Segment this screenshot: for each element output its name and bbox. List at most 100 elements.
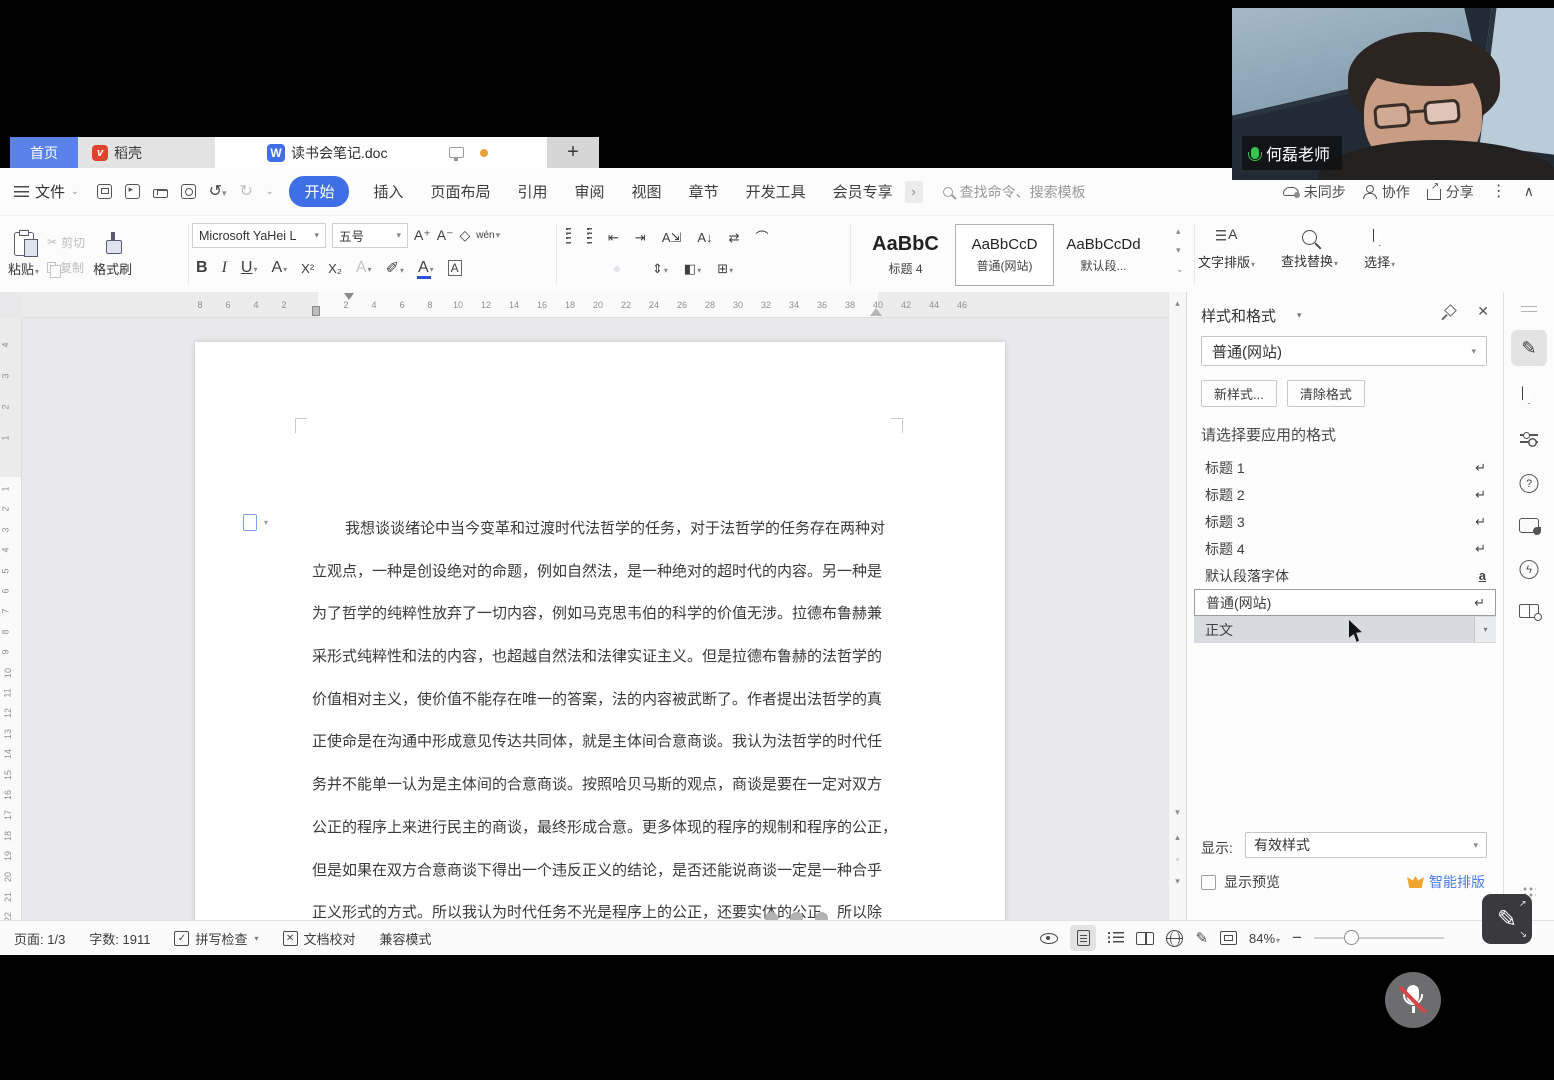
style-dropdown-icon[interactable]: ▾ xyxy=(1474,617,1496,642)
right-indent-marker[interactable] xyxy=(870,308,882,316)
justify-button[interactable] xyxy=(614,266,620,272)
word-count[interactable]: 字数: 1911 xyxy=(89,929,150,948)
new-tab-button[interactable]: + xyxy=(547,137,599,168)
share-button[interactable]: 分享 xyxy=(1427,182,1474,202)
eye-protect-icon[interactable] xyxy=(1040,933,1058,944)
more-menu-icon[interactable]: ⋮ xyxy=(1491,184,1507,200)
paragraph-layout-icon[interactable] xyxy=(243,514,257,531)
decrease-indent-button[interactable]: ⇤ xyxy=(608,231,619,244)
undo-icon[interactable]: ↺▾ xyxy=(209,184,227,200)
menu-tab[interactable]: 引用 xyxy=(518,181,548,202)
ink-mode-icon[interactable]: ✎ xyxy=(1195,929,1208,947)
redo-icon[interactable]: ↻ xyxy=(240,184,253,200)
borders-button[interactable]: ⊞▾ xyxy=(717,262,733,275)
font-color-button[interactable]: A▾ xyxy=(418,259,434,277)
pin-icon[interactable] xyxy=(1444,304,1457,317)
decrease-font-button[interactable]: A⁻ xyxy=(437,227,454,244)
menu-tab[interactable]: 章节 xyxy=(689,181,719,202)
superscript-button[interactable]: X² xyxy=(301,261,314,276)
gallery-up-icon[interactable]: ▴ xyxy=(1176,226,1184,237)
left-indent-marker[interactable] xyxy=(312,306,320,316)
vertical-ruler[interactable]: 432112345678910111213141516171819202122 xyxy=(0,318,22,920)
text-effects-button[interactable]: A▾ xyxy=(356,259,372,277)
select-browse-object-icon[interactable]: ▫ xyxy=(1169,854,1186,864)
copy-button[interactable]: 复制 xyxy=(47,259,85,276)
subscript-button[interactable]: X₂ xyxy=(328,261,342,276)
tab-document[interactable]: W 读书会笔记.doc xyxy=(215,137,547,168)
zoom-out-icon[interactable]: − xyxy=(1292,928,1302,948)
zoom-slider[interactable] xyxy=(1314,937,1444,940)
dictionary-icon[interactable] xyxy=(1519,604,1539,618)
scroll-down-icon[interactable]: ▾ xyxy=(1169,807,1186,818)
font-name-combo[interactable]: Microsoft YaHei L▾ xyxy=(192,223,326,248)
close-icon[interactable]: ✕ xyxy=(1477,303,1489,320)
bold-button[interactable]: B xyxy=(196,259,208,277)
style-item[interactable]: 标题 2↵ xyxy=(1194,481,1496,508)
page-indicator[interactable]: 页面: 1/3 xyxy=(14,929,65,948)
italic-button[interactable]: I xyxy=(222,259,227,277)
customize-toolbar-icon[interactable]: ⌄ xyxy=(266,186,274,197)
clear-format-icon[interactable]: ◇ xyxy=(459,227,470,244)
spell-check-toggle[interactable]: ✓ 拼写检查 ▾ xyxy=(174,929,258,948)
smart-layout-button[interactable]: 智能排版 xyxy=(1407,872,1485,892)
zoom-slider-knob[interactable] xyxy=(1344,930,1359,945)
vertical-scrollbar[interactable]: ▴ ▾ ▴ ▫ ▾ xyxy=(1168,292,1186,920)
first-line-indent-marker[interactable] xyxy=(344,293,354,300)
style-gallery-item[interactable]: AaBbCcDd默认段... xyxy=(1054,224,1153,286)
document-canvas[interactable]: 我想谈谈绪论中当今变革和过渡时代法哲学的任务，对于法哲学的任务存在两种对立观点，… xyxy=(22,318,1150,920)
menu-tab[interactable]: 开发工具 xyxy=(746,181,806,202)
collapse-ribbon-icon[interactable]: ∧ xyxy=(1524,183,1534,200)
menu-tab[interactable]: 会员专享 xyxy=(833,181,893,202)
underline-button[interactable]: U▾ xyxy=(241,259,258,277)
styles-tool-button[interactable]: ✎ xyxy=(1511,330,1547,366)
microphone-muted-button[interactable] xyxy=(1385,972,1441,1028)
font-size-combo[interactable]: 五号▾ xyxy=(332,223,408,248)
menu-tab-active[interactable]: 开始 xyxy=(289,176,349,207)
save-icon[interactable] xyxy=(97,184,112,199)
command-search[interactable]: 查找命令、搜索模板 xyxy=(943,182,1086,202)
fit-page-icon[interactable] xyxy=(1220,931,1237,945)
applied-style-combo[interactable]: 普通(网站)▾ xyxy=(1201,336,1487,366)
text-layout-button[interactable]: 文字排版▾ xyxy=(1198,228,1255,271)
webcam-overlay[interactable]: 何磊老师 xyxy=(1232,8,1554,180)
menu-tab[interactable]: 页面布局 xyxy=(430,181,490,202)
next-page-icon[interactable]: ▾ xyxy=(1169,876,1186,887)
bullet-list-button[interactable] xyxy=(566,228,571,246)
scroll-up-icon[interactable]: ▴ xyxy=(1169,298,1186,309)
gallery-more-icon[interactable]: ⌄ xyxy=(1176,264,1184,275)
style-item[interactable]: 普通(网站)↵ xyxy=(1194,589,1496,616)
file-menu-button[interactable]: 文件 ⌄ xyxy=(14,181,79,202)
docer-store-icon[interactable] xyxy=(1519,518,1539,533)
more-tabs-chevron[interactable]: › xyxy=(905,181,923,203)
text-direction-button[interactable]: ⇄ xyxy=(729,231,740,244)
print-icon[interactable] xyxy=(153,189,168,198)
outline-view-icon[interactable] xyxy=(1108,932,1124,944)
panel-title-caret-icon[interactable]: ▾ xyxy=(1297,310,1302,321)
zoom-level[interactable]: 84%▾ xyxy=(1249,931,1280,946)
highlight-button[interactable]: ✐▾ xyxy=(386,258,404,278)
tab-docer[interactable]: v 稻壳 xyxy=(78,137,215,168)
numbered-list-button[interactable] xyxy=(587,228,592,246)
doc-proof-toggle[interactable]: ✕ 文档校对 xyxy=(283,929,356,948)
select-button[interactable]: 选择▾ xyxy=(1364,228,1395,271)
style-item[interactable]: 标题 4↵ xyxy=(1194,535,1496,562)
select-tool-button[interactable] xyxy=(1522,386,1536,404)
collaborate-button[interactable]: 协作 xyxy=(1363,182,1410,202)
increase-indent-button[interactable]: ⇥ xyxy=(635,231,646,244)
clear-format-button[interactable]: 清除格式 xyxy=(1287,380,1365,407)
cut-button[interactable]: ✂剪切 xyxy=(47,234,85,251)
char-scaling-button[interactable]: A⇲ xyxy=(662,231,682,244)
annotation-tool-button[interactable]: ✎ ↘ ↘ xyxy=(1482,894,1532,944)
menu-tab[interactable]: 插入 xyxy=(373,181,403,202)
document-text[interactable]: 我想谈谈绪论中当今变革和过渡时代法哲学的任务，对于法哲学的任务存在两种对立观点，… xyxy=(312,508,886,920)
sync-status[interactable]: 未同步 xyxy=(1283,182,1346,202)
quick-skill-icon[interactable]: ϟ xyxy=(1520,560,1539,579)
style-item[interactable]: 默认段落字体a xyxy=(1194,562,1496,589)
show-preview-checkbox[interactable] xyxy=(1201,875,1216,890)
settings-sliders-icon[interactable] xyxy=(1520,432,1538,444)
print-preview-icon[interactable] xyxy=(181,184,196,199)
char-scale-button[interactable]: A▾ xyxy=(271,259,287,277)
style-gallery-item[interactable]: AaBbC标题 4 xyxy=(856,224,955,286)
horizontal-ruler[interactable]: 8642246810121416182022242628303234363840… xyxy=(22,292,1168,318)
page-view-button[interactable] xyxy=(1070,925,1096,951)
